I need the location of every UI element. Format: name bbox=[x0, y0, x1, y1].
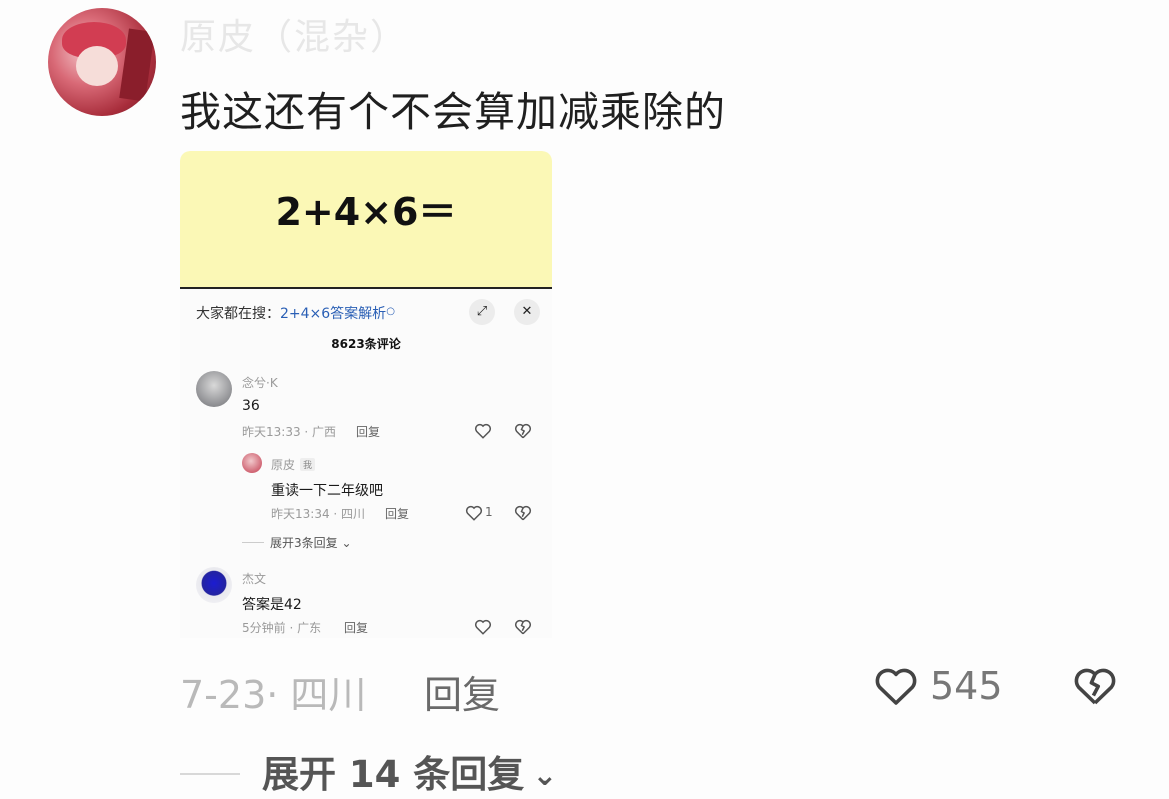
comment-meta: 7-23· 四川 bbox=[180, 673, 367, 717]
comment-meta: 5分钟前 · 广东 bbox=[242, 621, 322, 635]
quiz-card: 2+4×6＝ bbox=[180, 151, 552, 287]
expand-replies-button[interactable]: 展开 14 条回复 ⌄ bbox=[180, 744, 557, 798]
broken-heart-icon bbox=[514, 505, 532, 521]
reply-link: 回复 bbox=[344, 621, 369, 635]
heart-icon bbox=[474, 423, 492, 439]
author-badge: 我 bbox=[300, 458, 316, 471]
comment-body: 36 bbox=[242, 398, 260, 414]
search-query: 2+4×6答案解析 bbox=[280, 306, 387, 322]
search-prefix: 大家都在搜： bbox=[196, 306, 280, 322]
avatar bbox=[196, 371, 232, 407]
chevron-down-icon: ⌄ bbox=[532, 758, 558, 793]
close-icon: ✕ bbox=[514, 299, 540, 325]
comment-image[interactable]: 2+4×6＝ 大家都在搜：2+4×6答案解析○ ⤢ ✕ 8623条评论 念兮·K… bbox=[180, 151, 552, 638]
reply-link: 回复 bbox=[385, 507, 410, 521]
avatar[interactable] bbox=[48, 8, 156, 116]
divider bbox=[180, 773, 240, 775]
username[interactable]: 原皮（混杂） bbox=[180, 8, 408, 60]
search-icon: ○ bbox=[386, 306, 395, 317]
broken-heart-icon[interactable] bbox=[1070, 662, 1120, 710]
broken-heart-icon bbox=[514, 423, 532, 439]
commenter-name: 念兮·K bbox=[242, 376, 278, 390]
reply-button[interactable]: 回复 bbox=[424, 664, 500, 719]
avatar bbox=[196, 567, 232, 603]
heart-icon bbox=[465, 505, 483, 521]
avatar bbox=[242, 453, 262, 473]
embedded-comment-sheet: 大家都在搜：2+4×6答案解析○ ⤢ ✕ 8623条评论 念兮·K 36 昨天1… bbox=[180, 287, 552, 638]
quiz-equation: 2+4×6＝ bbox=[275, 190, 457, 234]
comment-body: 答案是42 bbox=[242, 597, 302, 613]
comment-meta: 昨天13:33 · 广西 bbox=[242, 425, 337, 439]
reply-link: 回复 bbox=[356, 425, 381, 439]
like-count: 545 bbox=[930, 664, 1003, 708]
comment-meta: 昨天13:34 · 四川 bbox=[271, 507, 366, 521]
search-suggestion: 大家都在搜：2+4×6答案解析○ bbox=[196, 303, 395, 323]
like-count: 1 bbox=[485, 505, 493, 519]
expand-label: 展开 14 条回复 bbox=[262, 753, 525, 796]
commenter-name: 原皮我 bbox=[271, 456, 316, 473]
expand-icon: ⤢ bbox=[469, 299, 495, 325]
heart-icon[interactable] bbox=[872, 662, 920, 710]
expand-replies: 展开3条回复 ⌄ bbox=[242, 534, 352, 551]
comment-count: 8623条评论 bbox=[331, 337, 401, 351]
heart-icon bbox=[474, 619, 492, 635]
broken-heart-icon bbox=[514, 619, 532, 635]
comment-text: 我这还有个不会算加减乘除的 bbox=[180, 88, 726, 136]
commenter-name: 杰文 bbox=[242, 572, 267, 586]
comment-body: 重读一下二年级吧 bbox=[271, 483, 383, 499]
